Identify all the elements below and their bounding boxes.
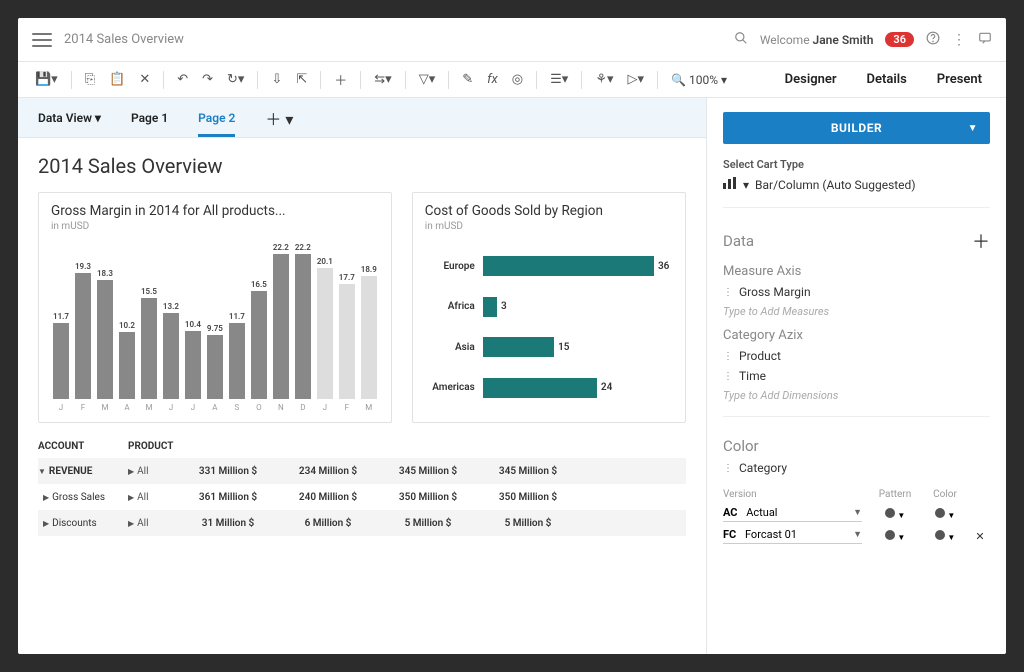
chart1-subtitle: in mUSD <box>51 221 379 232</box>
filter-icon[interactable]: ▽▾ <box>416 72 439 87</box>
pattern-picker[interactable]: ▼ <box>870 508 920 521</box>
bar-column: 10.4J <box>185 320 201 412</box>
grip-icon: ⋮ <box>723 371 733 382</box>
bar-column: 18.9M <box>361 265 377 412</box>
color-header: Color <box>920 489 970 500</box>
select-chart-type-label: Select Cart Type <box>723 158 990 171</box>
category-axis-label: Category Azix <box>723 328 990 343</box>
category-item-product[interactable]: ⋮Product <box>723 349 990 363</box>
undo-icon[interactable]: ↶ <box>174 72 191 87</box>
version-row: AC Actual▼ ▼ ▼ <box>723 506 990 522</box>
chart-type-value: Bar/Column (Auto Suggested) <box>755 178 915 192</box>
bookmark-icon[interactable]: ▷▾ <box>625 72 648 87</box>
bar-column: 20.1J <box>317 257 333 412</box>
bar-chart-icon <box>723 177 737 193</box>
version-select[interactable]: AC Actual▼ <box>723 506 862 522</box>
builder-button[interactable]: BUILDER▼ <box>723 112 990 144</box>
bar-column: 17.7F <box>339 273 355 412</box>
bar-column: 13.2J <box>163 302 179 412</box>
chat-icon[interactable] <box>978 31 992 49</box>
chart-gross-margin[interactable]: Gross Margin in 2014 for All products...… <box>38 192 392 423</box>
color-section-label: Color <box>723 437 990 455</box>
page-title: 2014 Sales Overview <box>38 154 686 178</box>
data-section-label: Data <box>723 232 972 250</box>
hbar-row: Europe36 <box>425 256 673 276</box>
version-header: Version <box>723 489 870 500</box>
bar-column: 10.2A <box>119 321 135 412</box>
table-row[interactable]: ▼REVENUE▶All331 Million $234 Million $34… <box>38 458 686 484</box>
app-title: 2014 Sales Overview <box>64 32 184 47</box>
tab-present[interactable]: Present <box>937 72 982 87</box>
color-picker[interactable]: ▼ <box>920 508 970 521</box>
col-account: ACCOUNT <box>38 441 128 452</box>
tab-details[interactable]: Details <box>867 72 907 87</box>
bar-column: 18.3M <box>97 269 113 412</box>
data-table: ACCOUNT PRODUCT ▼REVENUE▶All331 Million … <box>38 441 686 536</box>
remove-version-icon[interactable]: ✕ <box>970 530 990 543</box>
subtab-page1[interactable]: Page 1 <box>131 98 168 137</box>
highlight-icon[interactable]: ✎ <box>459 72 476 87</box>
bar-column: 19.3F <box>75 262 91 412</box>
link-icon[interactable]: ⇆▾ <box>371 72 394 87</box>
target-icon[interactable]: ◎ <box>509 72 526 87</box>
redo-icon[interactable]: ↷ <box>199 72 216 87</box>
bar-column: 16.5O <box>251 280 267 412</box>
help-icon[interactable] <box>926 31 940 49</box>
table-row[interactable]: ▶Discounts▶All31 Million $6 Million $5 M… <box>38 510 686 536</box>
category-placeholder[interactable]: Type to Add Dimensions <box>723 389 990 402</box>
add-data-icon[interactable]: ＋ <box>972 228 990 254</box>
hbar-row: Americas24 <box>425 378 673 398</box>
bar-column: 9.75A <box>207 324 223 412</box>
bar-column: 22.2N <box>273 243 289 412</box>
hbar-row: Africa3 <box>425 297 673 317</box>
fx-icon[interactable]: fx <box>484 72 501 87</box>
grip-icon: ⋮ <box>723 287 733 298</box>
chart-type-dropdown[interactable]: ▾ Bar/Column (Auto Suggested) <box>723 177 990 193</box>
measure-axis-label: Measure Axis <box>723 264 990 279</box>
tab-designer[interactable]: Designer <box>785 72 837 87</box>
more-icon[interactable]: ⋮ <box>952 32 966 48</box>
refresh-icon[interactable]: ↻▾ <box>224 72 247 87</box>
color-item[interactable]: ⋮Category <box>723 461 990 475</box>
share-icon[interactable]: ⚘▾ <box>592 72 616 87</box>
color-picker[interactable]: ▼ <box>920 530 970 543</box>
add-page-icon[interactable]: ＋ ▾ <box>265 106 293 130</box>
add-icon[interactable]: ＋ <box>331 70 350 89</box>
paste-icon[interactable]: 📋 <box>106 72 128 87</box>
chart-cogs-region[interactable]: Cost of Goods Sold by Region in mUSD Eur… <box>412 192 686 423</box>
user-name: Jane Smith <box>813 33 874 47</box>
version-row: FC Forcast 01▼ ▼ ▼✕ <box>723 528 990 544</box>
align-icon[interactable]: ☰▾ <box>547 72 571 87</box>
pattern-header: Pattern <box>870 489 920 500</box>
export-icon[interactable]: ⇱ <box>293 72 310 87</box>
category-item-time[interactable]: ⋮Time <box>723 369 990 383</box>
delete-icon[interactable]: ✕ <box>136 72 153 87</box>
chart2-title: Cost of Goods Sold by Region <box>425 203 673 219</box>
version-select[interactable]: FC Forcast 01▼ <box>723 528 862 544</box>
chart2-subtitle: in mUSD <box>425 221 673 232</box>
save-icon[interactable]: 💾▾ <box>32 72 61 87</box>
bar-column: 15.5M <box>141 287 157 412</box>
import-icon[interactable]: ⇩ <box>268 72 285 87</box>
hbar-row: Asia15 <box>425 337 673 357</box>
search-icon[interactable] <box>734 31 748 49</box>
menu-icon[interactable] <box>32 33 52 47</box>
subtab-page2[interactable]: Page 2 <box>198 98 235 137</box>
copy-icon[interactable]: ⎘ <box>82 72 98 87</box>
bar-column: 11.7J <box>53 312 69 412</box>
bar-column: 11.7S <box>229 312 245 412</box>
bar-column: 22.2D <box>295 243 311 412</box>
pattern-picker[interactable]: ▼ <box>870 530 920 543</box>
measure-placeholder[interactable]: Type to Add Measures <box>723 305 990 318</box>
welcome-text: Welcome Jane Smith <box>760 33 874 47</box>
zoom-dropdown[interactable]: 🔍 100% ▾ <box>668 73 730 87</box>
table-row[interactable]: ▶Gross Sales▶All361 Million $240 Million… <box>38 484 686 510</box>
grip-icon: ⋮ <box>723 463 733 474</box>
notification-badge[interactable]: 36 <box>885 32 914 47</box>
grip-icon: ⋮ <box>723 351 733 362</box>
subtab-data-view[interactable]: Data View ▾ <box>38 98 101 137</box>
measure-item[interactable]: ⋮Gross Margin <box>723 285 990 299</box>
col-product: PRODUCT <box>128 441 178 452</box>
chart1-title: Gross Margin in 2014 for All products... <box>51 203 379 219</box>
